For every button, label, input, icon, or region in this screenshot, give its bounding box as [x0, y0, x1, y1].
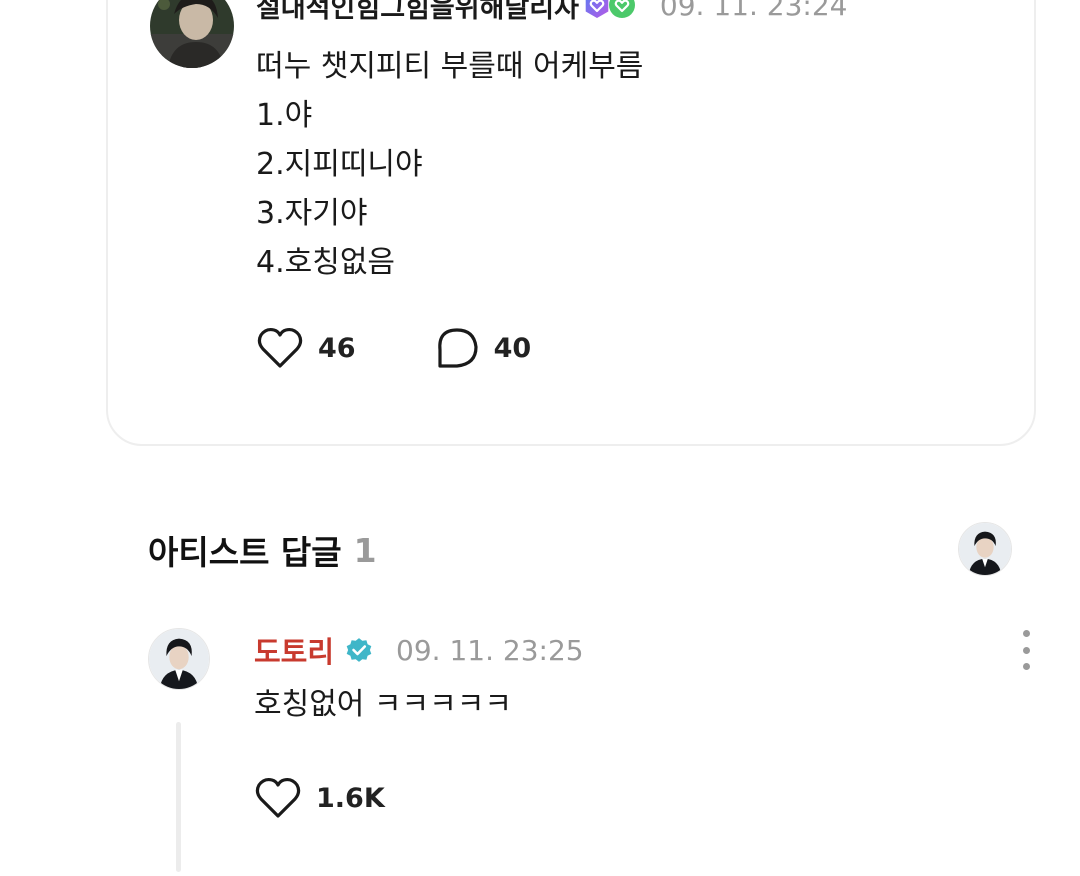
reply-timestamp: 09. 11. 23:25 [396, 633, 584, 667]
post-body-line: 1.야 [256, 98, 313, 133]
post-author-avatar[interactable] [150, 0, 234, 68]
post-timestamp: 09. 11. 23:24 [659, 0, 848, 22]
post-detail-page: 절대적인힘그힘을위해달리자 09. 11. 23:24 떠누 챗지피티 부를때 … [0, 0, 1080, 876]
reply-like-count: 1.6K [316, 782, 385, 814]
post-body-line: 4.호칭없음 [256, 245, 396, 280]
comment-button[interactable]: 40 [434, 326, 532, 370]
reply-like-button[interactable]: 1.6K [254, 776, 385, 820]
speech-bubble-icon [437, 328, 478, 368]
thread-connector [176, 722, 181, 872]
heart-outline-icon [255, 777, 301, 818]
artist-replies-title: 아티스트 답글 [148, 533, 342, 572]
post-body-line: 2.지피띠니야 [256, 147, 423, 182]
green-heart-badge-icon [608, 0, 635, 18]
membership-badges [583, 0, 636, 19]
artist-avatar[interactable] [958, 522, 1012, 576]
post-body-line: 3.자기야 [256, 196, 368, 231]
post-body-line: 떠누 챗지피티 부를때 어케부름 [256, 49, 644, 84]
post-body: 떠누 챗지피티 부를때 어케부름 1.야 2.지피띠니야 3.자기야 4.호칭없… [256, 42, 643, 287]
heart-outline-icon [257, 327, 303, 368]
artist-replies-count: 1 [353, 530, 377, 570]
artist-replies-heading: 아티스트 답글 1 [148, 526, 377, 574]
verified-check-icon [344, 635, 374, 665]
post-header: 절대적인힘그힘을위해달리자 09. 11. 23:24 [256, 0, 847, 26]
reply-header: 도토리 09. 11. 23:25 [254, 628, 584, 672]
reply-author-avatar[interactable] [148, 628, 210, 690]
post-actions: 46 40 [256, 326, 531, 370]
like-button[interactable]: 46 [256, 326, 356, 370]
like-count: 46 [318, 332, 356, 364]
reply-more-menu-icon[interactable] [1016, 630, 1036, 670]
post-card: 절대적인힘그힘을위해달리자 09. 11. 23:24 떠누 챗지피티 부를때 … [106, 0, 1036, 446]
comment-count: 40 [493, 332, 532, 364]
purple-heart-badge-icon [585, 0, 609, 18]
reply-author-name[interactable]: 도토리 [254, 629, 334, 671]
reply-body: 호칭없어 ㅋㅋㅋㅋㅋ [254, 687, 512, 722]
reply-actions: 1.6K [254, 776, 385, 820]
post-author-name[interactable]: 절대적인힘그힘을위해달리자 [256, 0, 579, 25]
